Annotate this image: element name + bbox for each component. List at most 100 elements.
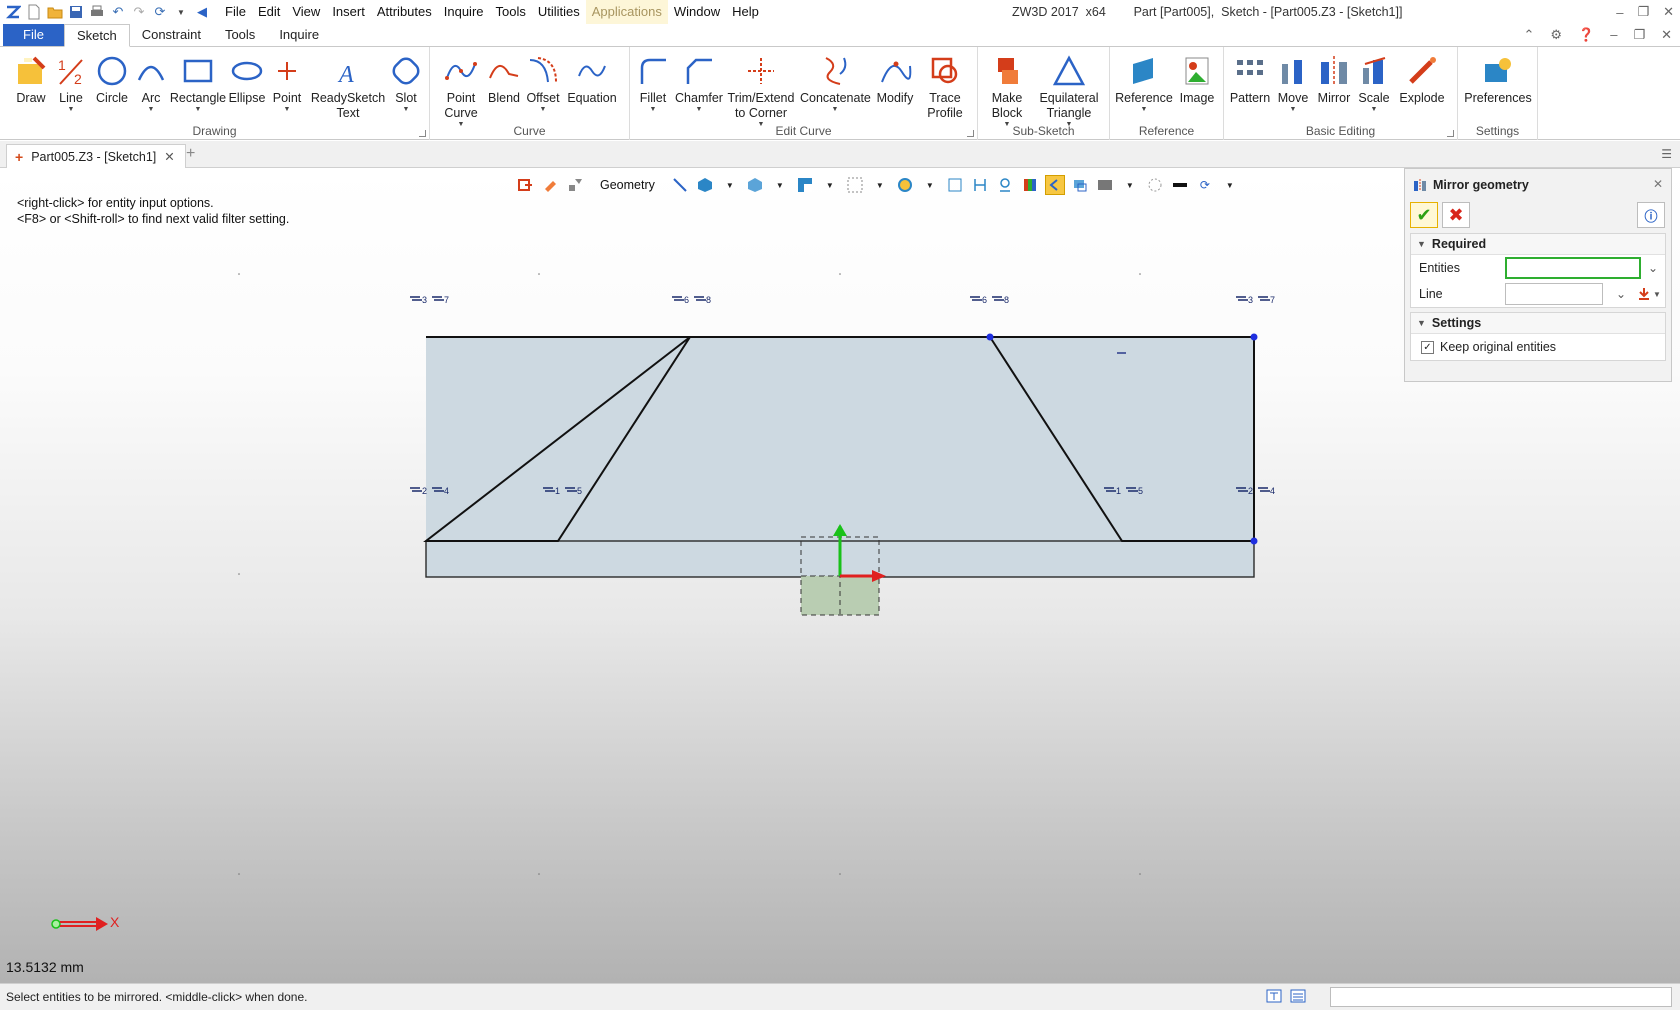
line-button[interactable]: 12 Line ▼: [52, 51, 90, 114]
constraint-marker[interactable]: 6: [970, 295, 987, 305]
vertex-point[interactable]: [1250, 333, 1258, 341]
minimize-icon[interactable]: –: [1616, 5, 1623, 20]
fillet-button[interactable]: Fillet ▼: [634, 51, 672, 114]
menu-utilities[interactable]: Utilities: [532, 0, 586, 24]
new-file-icon[interactable]: [25, 3, 43, 21]
make-block-button[interactable]: Make Block ▼: [984, 51, 1030, 129]
back-arrow-icon[interactable]: ◀: [193, 3, 211, 21]
point-curve-button[interactable]: Point Curve ▼: [438, 51, 484, 129]
constraint-marker[interactable]: 3: [1236, 295, 1253, 305]
constraint-marker[interactable]: 3: [410, 295, 427, 305]
modify-button[interactable]: Modify: [872, 51, 918, 106]
menu-attributes[interactable]: Attributes: [371, 0, 438, 24]
scale-button[interactable]: Scale ▼: [1356, 51, 1392, 114]
chamfer-button[interactable]: Chamfer ▼: [674, 51, 724, 114]
tab-tools[interactable]: Tools: [213, 24, 267, 46]
vertex-point[interactable]: [986, 333, 994, 341]
sketch-drawing[interactable]: 3 7 6 8 6 8 3 7 2 4 1 5 1 5 2 4: [0, 168, 1400, 983]
close-tab-icon[interactable]: ✕: [164, 149, 174, 164]
undo-icon[interactable]: ↶: [109, 3, 127, 21]
doc-restore-icon[interactable]: ❐: [1633, 27, 1645, 43]
arc-button[interactable]: Arc ▼: [134, 51, 168, 114]
draw-button[interactable]: Draw: [10, 51, 52, 106]
menu-help[interactable]: Help: [726, 0, 765, 24]
close-icon[interactable]: ✕: [1663, 4, 1674, 20]
equation-button[interactable]: Equation: [564, 51, 620, 106]
panel-close-icon[interactable]: ✕: [1653, 177, 1663, 191]
edit-curve-launcher-icon[interactable]: [967, 130, 974, 137]
document-tab[interactable]: + Part005.Z3 - [Sketch1] ✕: [6, 144, 186, 168]
line-pick-icon[interactable]: [1637, 287, 1651, 301]
reference-button[interactable]: Reference ▼: [1114, 51, 1174, 114]
preferences-button[interactable]: Preferences: [1462, 51, 1534, 106]
doc-close-icon[interactable]: ✕: [1661, 27, 1672, 43]
entities-field[interactable]: [1505, 257, 1641, 279]
open-file-icon[interactable]: [46, 3, 64, 21]
menu-view[interactable]: View: [286, 0, 326, 24]
point-button[interactable]: Point ▼: [268, 51, 306, 114]
menu-applications[interactable]: Applications: [585, 0, 668, 24]
gear-icon[interactable]: ⚙: [1550, 27, 1562, 43]
regen-icon[interactable]: ⟳: [151, 3, 169, 21]
equilateral-triangle-button[interactable]: Equilateral Triangle ▼: [1034, 51, 1104, 129]
tab-constraint[interactable]: Constraint: [130, 24, 213, 46]
constraint-marker[interactable]: 8: [694, 295, 711, 305]
menu-edit[interactable]: Edit: [252, 0, 286, 24]
rectangle-button[interactable]: Rectangle ▼: [168, 51, 228, 114]
constraint-marker[interactable]: 2: [410, 486, 427, 496]
text-panel-icon[interactable]: [1266, 988, 1282, 1004]
constraint-marker[interactable]: 7: [432, 295, 449, 305]
concatenate-button[interactable]: Concatenate ▼: [800, 51, 871, 114]
ellipse-button[interactable]: Ellipse: [228, 51, 266, 106]
blend-button[interactable]: Blend: [486, 51, 522, 106]
pattern-button[interactable]: Pattern: [1228, 51, 1272, 106]
dropdown-icon[interactable]: ▼: [172, 3, 190, 21]
constraint-marker[interactable]: 6: [672, 295, 689, 305]
print-icon[interactable]: [88, 3, 106, 21]
list-panel-icon[interactable]: [1290, 988, 1306, 1004]
tab-list-icon[interactable]: ☰: [1661, 147, 1672, 161]
constraint-marker[interactable]: 4: [1258, 486, 1275, 496]
tab-inquire[interactable]: Inquire: [267, 24, 331, 46]
menu-inquire[interactable]: Inquire: [438, 0, 490, 24]
ok-button[interactable]: ✔: [1410, 202, 1438, 228]
redo-icon[interactable]: ↷: [130, 3, 148, 21]
entities-options-icon[interactable]: ⌄: [1648, 261, 1658, 275]
move-button[interactable]: Move ▼: [1274, 51, 1312, 114]
line-options-icon[interactable]: ⌄: [1616, 287, 1626, 301]
menu-insert[interactable]: Insert: [326, 0, 371, 24]
cancel-button[interactable]: ✖: [1442, 202, 1470, 228]
image-button[interactable]: Image: [1176, 51, 1218, 106]
menu-window[interactable]: Window: [668, 0, 726, 24]
keep-original-checkbox[interactable]: ✓: [1421, 340, 1434, 354]
basic-editing-launcher-icon[interactable]: [1447, 130, 1454, 137]
command-input[interactable]: [1330, 987, 1672, 1007]
circle-button[interactable]: Circle: [92, 51, 132, 106]
collapse-arrow-icon[interactable]: ▼: [1417, 318, 1426, 328]
offset-button[interactable]: Offset ▼: [524, 51, 562, 114]
line-dropdown-icon[interactable]: ▼: [1653, 290, 1661, 299]
collapse-ribbon-icon[interactable]: ⌃: [1523, 27, 1534, 43]
vertex-point[interactable]: [1250, 537, 1258, 545]
collapse-arrow-icon[interactable]: ▼: [1417, 239, 1426, 249]
menu-tools[interactable]: Tools: [490, 0, 532, 24]
trace-profile-button[interactable]: Trace Profile: [920, 51, 970, 121]
save-icon[interactable]: [67, 3, 85, 21]
slot-button[interactable]: Slot ▼: [388, 51, 424, 114]
trim-extend-button[interactable]: Trim/Extend to Corner ▼: [726, 51, 796, 129]
add-tab-icon[interactable]: +: [186, 145, 195, 163]
readysketch-text-button[interactable]: A ReadySketch Text: [308, 51, 388, 121]
restore-icon[interactable]: ❐: [1637, 4, 1649, 20]
info-icon[interactable]: ⓘ: [1637, 202, 1665, 228]
constraint-marker[interactable]: 8: [992, 295, 1009, 305]
menu-file[interactable]: File: [219, 0, 252, 24]
tab-sketch[interactable]: Sketch: [63, 24, 130, 47]
line-field[interactable]: [1505, 283, 1603, 305]
drawing-launcher-icon[interactable]: [419, 130, 426, 137]
mirror-button[interactable]: Mirror: [1314, 51, 1354, 106]
constraint-marker[interactable]: 7: [1258, 295, 1275, 305]
tab-file[interactable]: File: [3, 24, 64, 46]
help-icon[interactable]: ❓: [1578, 27, 1594, 43]
doc-minimize-icon[interactable]: –: [1610, 27, 1617, 43]
explode-button[interactable]: Explode: [1396, 51, 1448, 106]
